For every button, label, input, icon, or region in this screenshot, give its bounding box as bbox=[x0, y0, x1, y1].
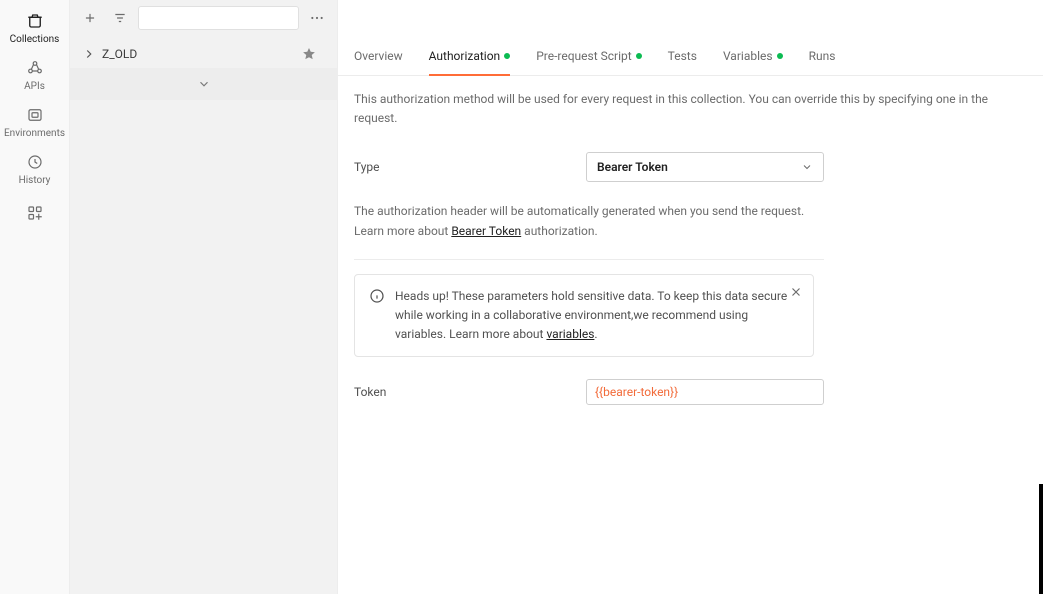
collections-sidebar: Z_OLD bbox=[70, 0, 338, 594]
nav-item-apis[interactable]: APIs bbox=[0, 51, 69, 98]
apis-icon bbox=[26, 59, 44, 77]
box-icon bbox=[26, 12, 44, 30]
indicator-dot bbox=[504, 53, 510, 59]
filter-icon bbox=[113, 11, 127, 25]
nav-label: Environments bbox=[4, 128, 65, 139]
chevron-down-icon bbox=[197, 77, 211, 91]
sidebar-options-button[interactable] bbox=[305, 6, 329, 30]
history-icon bbox=[26, 153, 44, 171]
tab-prerequest[interactable]: Pre-request Script bbox=[536, 36, 641, 75]
collections-tree: Z_OLD bbox=[70, 36, 337, 100]
auth-content: This authorization method will be used f… bbox=[338, 76, 1043, 419]
nav-item-more[interactable] bbox=[0, 192, 69, 232]
auth-help-text: The authorization header will be automat… bbox=[354, 202, 824, 240]
collection-name: Z_OLD bbox=[102, 47, 137, 61]
dots-icon bbox=[309, 10, 325, 26]
nav-label: Collections bbox=[10, 34, 60, 45]
grid-add-icon bbox=[26, 204, 44, 222]
info-icon bbox=[369, 288, 385, 304]
env-icon bbox=[26, 106, 44, 124]
tab-variables[interactable]: Variables bbox=[723, 36, 783, 75]
auth-type-value: Bearer Token bbox=[597, 158, 668, 177]
bearer-token-link[interactable]: Bearer Token bbox=[451, 224, 521, 238]
nav-item-environments[interactable]: Environments bbox=[0, 98, 69, 145]
nav-item-collections[interactable]: Collections bbox=[0, 4, 69, 51]
auth-type-select[interactable]: Bearer Token bbox=[586, 152, 824, 182]
tab-overview[interactable]: Overview bbox=[354, 36, 403, 75]
indicator-dot bbox=[777, 53, 783, 59]
nav-label: APIs bbox=[24, 81, 45, 92]
variables-link[interactable]: variables bbox=[546, 327, 594, 341]
filter-button[interactable] bbox=[108, 6, 132, 30]
nav-label: History bbox=[19, 175, 51, 186]
token-input[interactable] bbox=[586, 379, 824, 405]
sensitive-data-notice: Heads up! These parameters hold sensitiv… bbox=[354, 274, 814, 358]
filter-input[interactable] bbox=[138, 6, 299, 30]
sidebar-toolbar bbox=[70, 0, 337, 36]
star-icon[interactable] bbox=[301, 46, 317, 62]
notice-body: Heads up! These parameters hold sensitiv… bbox=[395, 287, 799, 345]
close-icon[interactable] bbox=[789, 285, 803, 299]
main-area: Overview Authorization Pre-request Scrip… bbox=[338, 0, 1043, 594]
new-collection-button[interactable] bbox=[78, 6, 102, 30]
type-label: Type bbox=[354, 158, 586, 177]
indicator-dot bbox=[636, 53, 642, 59]
nav-rail: Collections APIs Environments History bbox=[0, 0, 70, 594]
tab-authorization[interactable]: Authorization bbox=[429, 36, 511, 75]
token-label: Token bbox=[354, 383, 586, 402]
collection-tabs: Overview Authorization Pre-request Scrip… bbox=[338, 36, 1043, 76]
collection-row[interactable]: Z_OLD bbox=[70, 40, 337, 68]
nav-item-history[interactable]: History bbox=[0, 145, 69, 192]
plus-icon bbox=[83, 11, 97, 25]
right-scroll-indicator bbox=[1039, 484, 1043, 594]
tab-runs[interactable]: Runs bbox=[809, 36, 836, 75]
divider bbox=[354, 259, 824, 260]
tab-tests[interactable]: Tests bbox=[668, 36, 697, 75]
collection-collapse-row[interactable] bbox=[70, 68, 337, 100]
auth-intro-text: This authorization method will be used f… bbox=[354, 90, 1027, 128]
chevron-right-icon bbox=[82, 47, 96, 61]
chevron-down-icon bbox=[801, 161, 813, 173]
